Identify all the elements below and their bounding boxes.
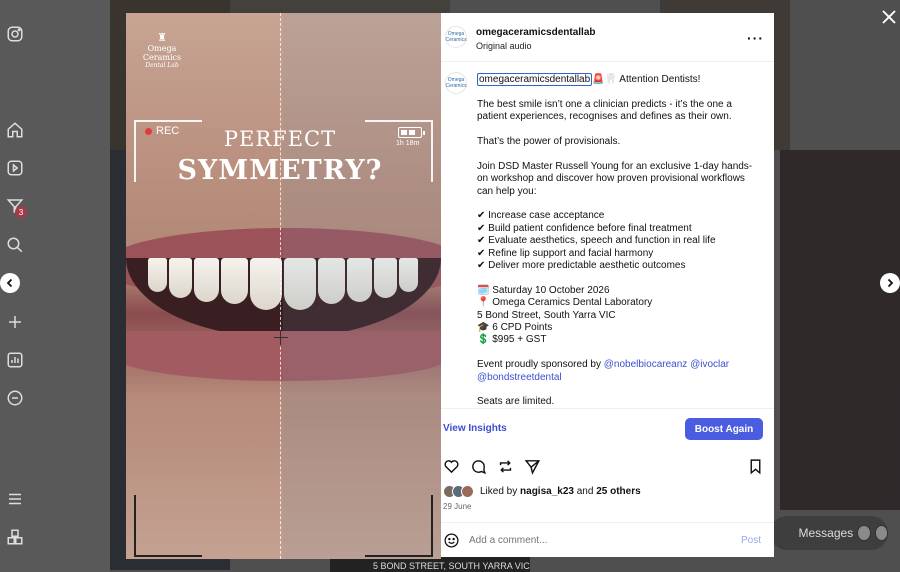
share-icon[interactable]	[524, 458, 541, 475]
messages-label: Messages	[798, 526, 854, 540]
logo-name: Omega Ceramics	[142, 44, 182, 62]
post-username[interactable]: omegaceramicsdentallab	[476, 27, 596, 38]
audio-label[interactable]: Original audio	[476, 41, 532, 51]
caption-username[interactable]: omegaceramicsdentallab	[477, 73, 593, 86]
event-cpd: 🎓 6 CPD Points	[477, 322, 553, 334]
tooth	[220, 258, 248, 304]
likes-and: and	[573, 486, 597, 497]
post-date: 29 June	[443, 502, 472, 511]
repost-icon[interactable]	[497, 458, 514, 475]
reels-icon[interactable]	[6, 159, 24, 177]
event-venue: 📍 Omega Ceramics Dental Laboratory	[477, 297, 653, 309]
comment-input[interactable]	[469, 535, 709, 546]
post-details-panel: Omega Ceramics omegaceramicsdentallab Or…	[441, 13, 774, 557]
caption-intro: 🚨🦷 Attention Dentists!	[592, 74, 701, 85]
frame-corner	[365, 495, 433, 557]
benefit-item: ✔ Evaluate aesthetics, speech and functi…	[477, 235, 716, 247]
headline-line-1: PERFECT	[223, 127, 337, 151]
apps-icon[interactable]	[6, 528, 24, 546]
search-icon[interactable]	[6, 236, 24, 254]
liked-by-user[interactable]: nagisa_k23	[520, 486, 574, 497]
avatar	[857, 525, 871, 541]
symmetry-line	[280, 13, 281, 559]
liked-by-others[interactable]: 25 others	[596, 486, 640, 497]
next-post-button[interactable]	[880, 273, 900, 293]
chevron-right-icon	[887, 278, 894, 288]
tooth	[148, 258, 168, 292]
notification-badge: 3	[15, 206, 27, 218]
avatar	[461, 485, 474, 498]
sponsor-link[interactable]: @nobelbiocareanz	[604, 359, 688, 370]
comment-icon[interactable]	[470, 458, 487, 475]
half-overlay	[283, 13, 441, 559]
boost-again-button[interactable]: Boost Again	[685, 418, 763, 440]
benefit-item: ✔ Refine lip support and facial harmony	[477, 247, 654, 259]
create-icon[interactable]	[6, 313, 24, 331]
likes-summary[interactable]: Liked by nagisa_k23 and 25 others	[443, 485, 641, 498]
brand-logo: ♜ Omega Ceramics Dental Lab	[132, 31, 192, 69]
emoji-icon[interactable]	[443, 532, 460, 549]
benefit-item: ✔ Increase case acceptance	[477, 210, 605, 222]
avatar-text: Omega Ceramics	[445, 31, 467, 43]
sponsor-link[interactable]: @bondstreetdental	[477, 372, 767, 384]
logo-subtitle: Dental Lab	[145, 62, 179, 69]
caption-text: Seats are limited.	[477, 396, 555, 408]
instagram-icon[interactable]	[6, 25, 24, 43]
crosshair-icon	[274, 331, 288, 345]
media-footer-text: 5 BOND STREET, SOUTH YARRA VIC	[373, 561, 530, 571]
benefit-item: ✔ Build patient confidence before final …	[477, 222, 692, 234]
view-insights-link[interactable]: View Insights	[443, 423, 507, 434]
menu-icon[interactable]	[6, 490, 24, 508]
save-icon[interactable]	[747, 458, 764, 475]
caption-avatar[interactable]: Omega Ceramics	[445, 72, 467, 94]
home-icon[interactable]	[6, 121, 24, 139]
tooth	[169, 258, 192, 298]
caption-text: can help you:	[477, 185, 537, 197]
event-address: 5 Bond Street, South Yarra VIC	[477, 309, 616, 321]
close-icon[interactable]	[880, 8, 898, 26]
caption-text: The best smile isn’t one a clinician pre…	[477, 98, 732, 110]
more-options-icon[interactable]: ···	[747, 30, 764, 46]
sponsor-text: Event proudly sponsored by	[477, 359, 604, 371]
post-media[interactable]: ♜ Omega Ceramics Dental Lab REC 1h 18m P…	[126, 13, 441, 559]
likes-text: Liked by nagisa_k23 and 25 others	[480, 486, 641, 497]
avatar-text: Omega Ceramics	[445, 77, 467, 89]
caption-text: patient experiences, recognises and defi…	[477, 111, 732, 123]
previous-post-button[interactable]	[0, 273, 20, 293]
post-header: Omega Ceramics omegaceramicsdentallab Or…	[441, 13, 774, 62]
avatar[interactable]: Omega Ceramics	[445, 26, 467, 48]
insights-icon[interactable]	[6, 351, 24, 369]
tooth	[249, 258, 282, 310]
threads-icon[interactable]	[6, 389, 24, 407]
event-date: 🗓️ Saturday 10 October 2026	[477, 284, 610, 296]
avatar	[874, 525, 889, 541]
benefit-item: ✔ Deliver more predictable aesthetic out…	[477, 260, 686, 272]
post-comment-button[interactable]: Post	[741, 535, 761, 546]
tooth-logo-icon: ♜	[157, 32, 167, 44]
headline-line-2: SYMMETRY?	[177, 155, 383, 186]
event-price: 💲 $995 + GST	[477, 334, 547, 346]
frame-corner	[134, 495, 202, 557]
messages-button[interactable]: Messages	[770, 516, 889, 550]
caption-text: Join DSD Master Russell Young for an exc…	[477, 160, 753, 172]
chevron-left-icon	[6, 278, 13, 288]
likes-prefix: Liked by	[480, 486, 521, 497]
sponsor-link[interactable]: @ivoclar	[690, 359, 729, 370]
tooth	[194, 258, 219, 302]
like-icon[interactable]	[443, 458, 460, 475]
caption-text: on workshop and discover how proven prov…	[477, 173, 745, 185]
caption-text: That’s the power of provisionals.	[477, 136, 621, 147]
comment-bar: Post	[441, 522, 774, 557]
post-caption: omegaceramicsdentallab 🚨🦷 Attention Denti…	[477, 73, 767, 421]
